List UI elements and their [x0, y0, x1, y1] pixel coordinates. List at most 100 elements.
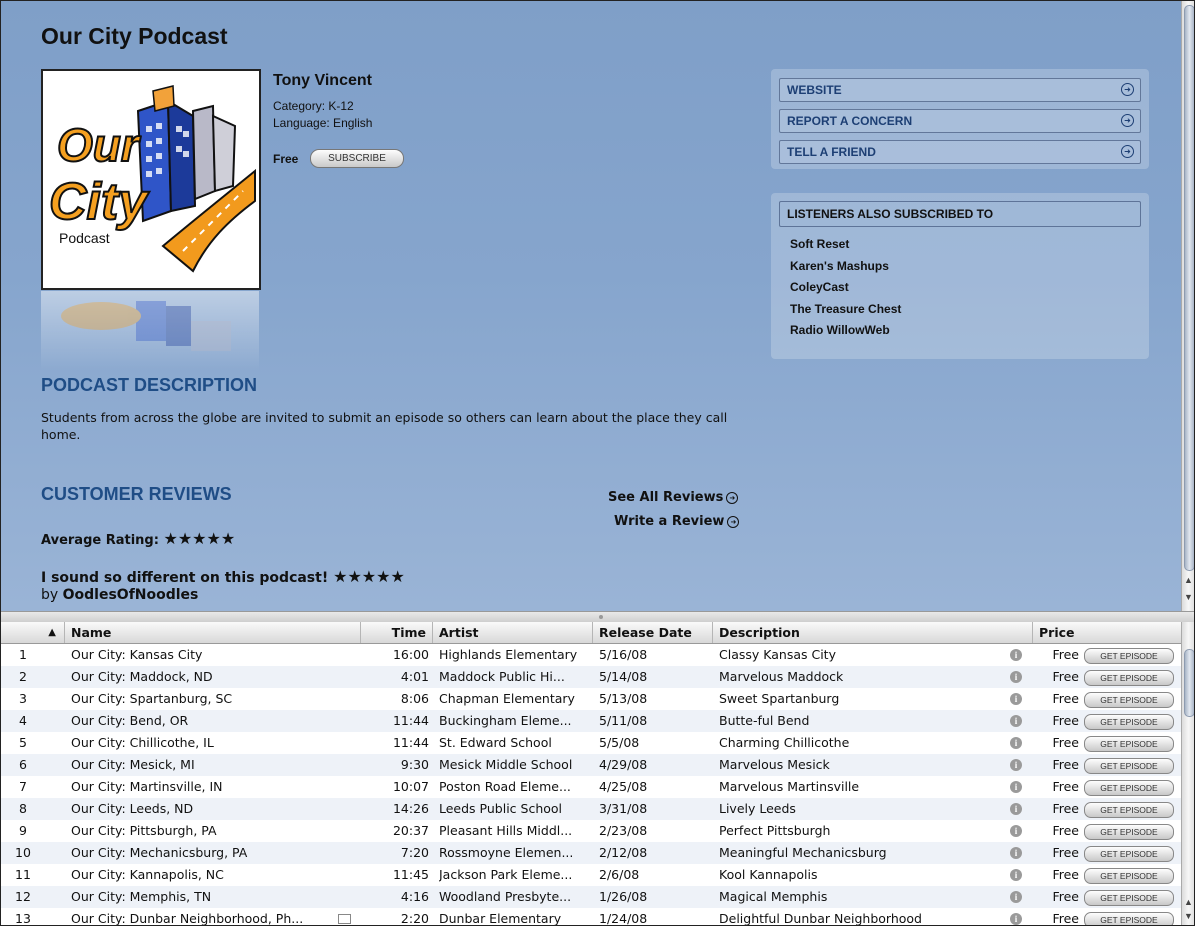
info-icon[interactable]: i [1010, 671, 1022, 683]
get-episode-button[interactable]: GET EPISODE [1084, 736, 1174, 752]
also-item[interactable]: Radio WillowWeb [790, 323, 890, 337]
also-item[interactable]: ColeyCast [790, 280, 849, 294]
row-number: 5 [19, 735, 27, 750]
scroll-up-arrow-icon[interactable]: ▲ [1184, 897, 1193, 907]
scroll-up-arrow-icon[interactable]: ▲ [1184, 575, 1193, 585]
get-episode-button[interactable]: GET EPISODE [1084, 648, 1174, 664]
episode-price: Free [1052, 889, 1079, 904]
table-row[interactable]: 7 Our City: Martinsville, IN 10:07 Poston R… [1, 776, 1181, 798]
get-episode-button[interactable]: GET EPISODE [1084, 670, 1174, 686]
get-episode-button[interactable]: GET EPISODE [1084, 846, 1174, 862]
episode-name: Our City: Memphis, TN [71, 889, 212, 904]
row-number: 2 [19, 669, 27, 684]
get-episode-button[interactable]: GET EPISODE [1084, 758, 1174, 774]
artwork-reflection [41, 291, 259, 371]
episode-time: 2:20 [400, 911, 429, 926]
row-number: 6 [19, 757, 27, 772]
info-icon[interactable]: i [1010, 737, 1022, 749]
tell-friend-link[interactable]: TELL A FRIEND ➜ [779, 140, 1141, 164]
also-item[interactable]: Soft Reset [790, 237, 849, 251]
row-number: 1 [19, 647, 27, 662]
write-review-link[interactable]: Write a Review ➜ [614, 514, 740, 529]
get-episode-button[interactable]: GET EPISODE [1084, 692, 1174, 708]
website-link[interactable]: WEBSITE ➜ [779, 78, 1141, 102]
table-row[interactable]: 13 Our City: Dunbar Neighborhood, Ph... 2:… [1, 908, 1181, 926]
table-row[interactable]: 11 Our City: Kannapolis, NC 11:45 Jackson P… [1, 864, 1181, 886]
episode-description: Delightful Dunbar Neighborhood [719, 911, 922, 926]
also-subscribed-header: LISTENERS ALSO SUBSCRIBED TO [779, 201, 1141, 227]
column-header-release-date[interactable]: Release Date [593, 622, 713, 643]
episode-artist: Poston Road Eleme... [439, 779, 571, 794]
table-row[interactable]: 9 Our City: Pittsburgh, PA 20:37 Pleasant H… [1, 820, 1181, 842]
podcast-author[interactable]: Tony Vincent [273, 72, 372, 90]
table-row[interactable]: 4 Our City: Bend, OR 11:44 Buckingham Eleme… [1, 710, 1181, 732]
also-item[interactable]: Karen's Mashups [790, 259, 889, 273]
episode-price: Free [1052, 713, 1079, 728]
scrollbar-thumb[interactable] [1184, 649, 1194, 717]
table-row[interactable]: 10 Our City: Mechanicsburg, PA 7:20 Rossmoy… [1, 842, 1181, 864]
column-header-price[interactable]: Price [1033, 622, 1181, 643]
get-episode-button[interactable]: GET EPISODE [1084, 802, 1174, 818]
table-row[interactable]: 12 Our City: Memphis, TN 4:16 Woodland Pres… [1, 886, 1181, 908]
episode-name: Our City: Kannapolis, NC [71, 867, 224, 882]
table-scrollbar[interactable]: ▲ ▼ [1181, 622, 1194, 925]
also-item[interactable]: The Treasure Chest [790, 302, 901, 316]
info-icon[interactable]: i [1010, 825, 1022, 837]
get-episode-button[interactable]: GET EPISODE [1084, 890, 1174, 906]
scroll-down-arrow-icon[interactable]: ▼ [1184, 911, 1193, 921]
table-row[interactable]: 5 Our City: Chillicothe, IL 11:44 St. Edwar… [1, 732, 1181, 754]
episode-artist: Dunbar Elementary [439, 911, 562, 926]
get-episode-button[interactable]: GET EPISODE [1084, 780, 1174, 796]
podcast-language: Language: English [273, 116, 373, 130]
episode-description: Butte-ful Bend [719, 713, 810, 728]
tell-friend-label: TELL A FRIEND [787, 145, 876, 159]
row-number: 11 [15, 867, 31, 882]
info-icon[interactable]: i [1010, 803, 1022, 815]
podcast-category: Category: K-12 [273, 99, 354, 113]
scrollbar-thumb[interactable] [1184, 5, 1194, 571]
info-icon[interactable]: i [1010, 649, 1022, 661]
table-row[interactable]: 1 Our City: Kansas City 16:00 Highlands Ele… [1, 644, 1181, 666]
table-row[interactable]: 6 Our City: Mesick, MI 9:30 Mesick Middle S… [1, 754, 1181, 776]
reviewer-name[interactable]: OodlesOfNoodles [63, 587, 199, 603]
info-icon[interactable]: i [1010, 693, 1022, 705]
podcast-price: Free [273, 152, 299, 166]
table-row[interactable]: 8 Our City: Leeds, ND 14:26 Leeds Public Sc… [1, 798, 1181, 820]
get-episode-button[interactable]: GET EPISODE [1084, 912, 1174, 925]
info-icon[interactable]: i [1010, 913, 1022, 925]
episode-price: Free [1052, 735, 1079, 750]
column-header-time[interactable]: Time [361, 622, 433, 643]
info-icon[interactable]: i [1010, 847, 1022, 859]
episode-name: Our City: Chillicothe, IL [71, 735, 214, 750]
row-number: 9 [19, 823, 27, 838]
episode-description: Sweet Spartanburg [719, 691, 840, 706]
info-icon[interactable]: i [1010, 891, 1022, 903]
podcast-artwork[interactable]: Our City Podcast [41, 69, 261, 290]
episode-time: 7:20 [400, 845, 429, 860]
row-number: 12 [15, 889, 31, 904]
scroll-down-arrow-icon[interactable]: ▼ [1184, 592, 1193, 602]
sort-ascending-icon[interactable]: ▲ [1, 622, 65, 643]
also-subscribed-heading: LISTENERS ALSO SUBSCRIBED TO [787, 207, 994, 221]
get-episode-button[interactable]: GET EPISODE [1084, 868, 1174, 884]
table-row[interactable]: 3 Our City: Spartanburg, SC 8:06 Chapman El… [1, 688, 1181, 710]
column-header-description[interactable]: Description [713, 622, 1033, 643]
report-concern-link[interactable]: REPORT A CONCERN ➜ [779, 109, 1141, 133]
column-header-name[interactable]: Name [65, 622, 361, 643]
info-icon[interactable]: i [1010, 781, 1022, 793]
info-icon[interactable]: i [1010, 869, 1022, 881]
episode-price: Free [1052, 867, 1079, 882]
store-scrollbar[interactable]: ▲ ▼ [1181, 1, 1194, 611]
table-row[interactable]: 2 Our City: Maddock, ND 4:01 Maddock Public… [1, 666, 1181, 688]
subscribe-button[interactable]: SUBSCRIBE [310, 149, 404, 168]
column-header-artist[interactable]: Artist [433, 622, 593, 643]
info-icon[interactable]: i [1010, 759, 1022, 771]
episode-release-date: 1/24/08 [599, 911, 648, 926]
get-episode-button[interactable]: GET EPISODE [1084, 824, 1174, 840]
info-icon[interactable]: i [1010, 715, 1022, 727]
see-all-reviews-link[interactable]: See All Reviews ➜ [608, 490, 739, 505]
episode-artist: Mesick Middle School [439, 757, 573, 772]
star-rating-icon: ★★★★★ [333, 567, 405, 586]
video-screen-icon [338, 914, 351, 924]
get-episode-button[interactable]: GET EPISODE [1084, 714, 1174, 730]
